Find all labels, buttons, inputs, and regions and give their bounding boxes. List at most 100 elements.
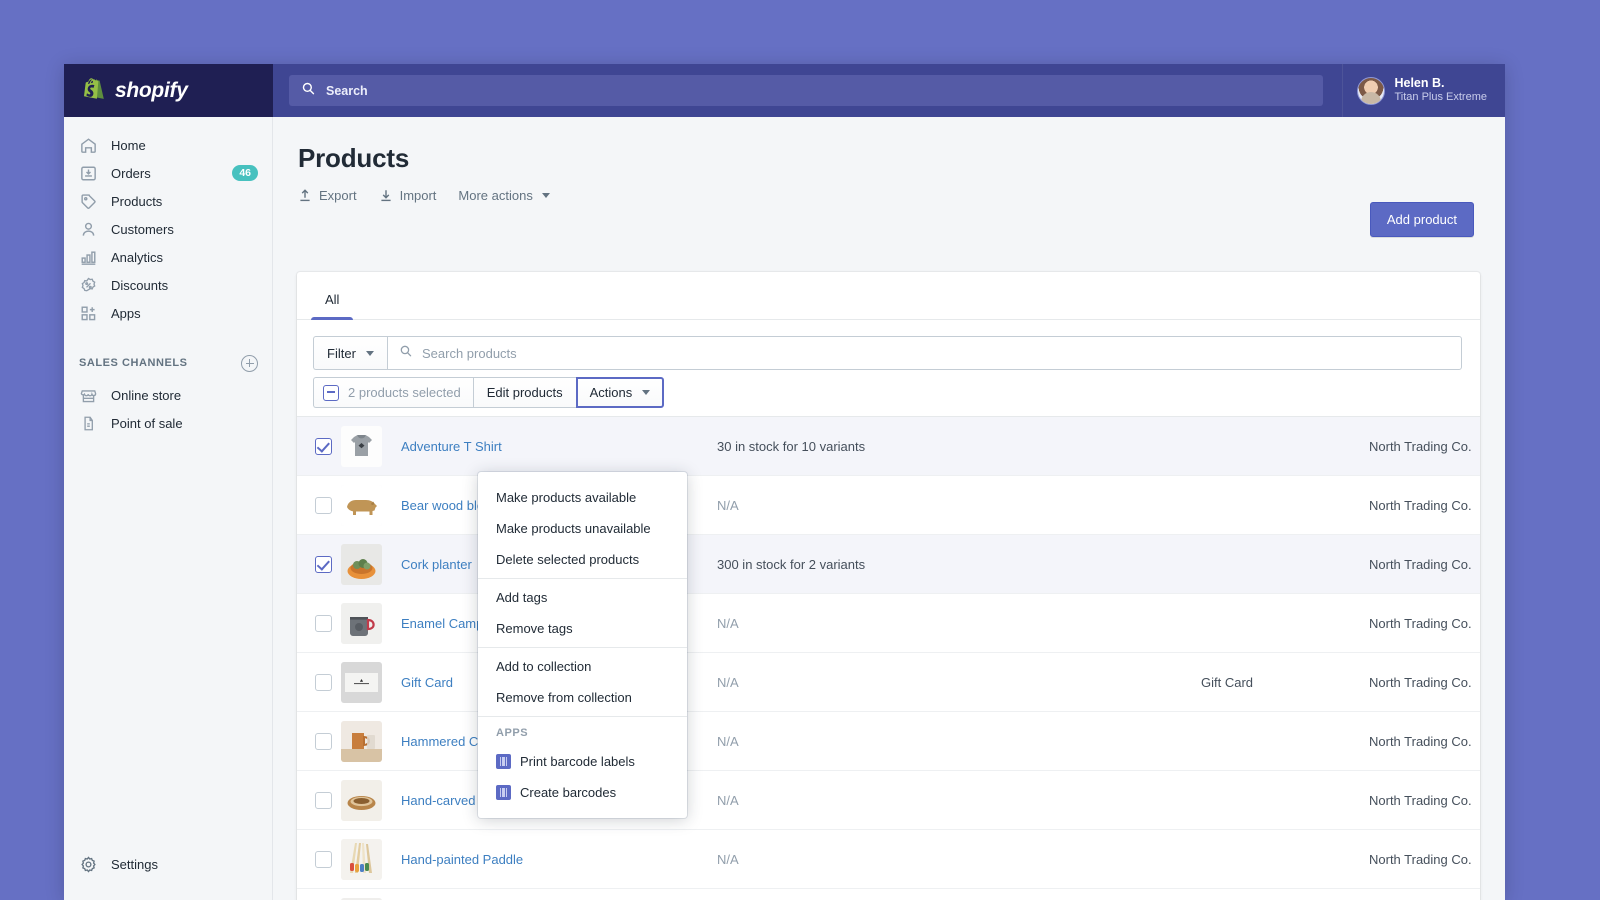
table-row[interactable]: Hand-painted Paddle N/A North Trading Co… [297, 830, 1480, 889]
global-search-input[interactable]: Search [289, 75, 1323, 106]
export-button[interactable]: Export [298, 188, 357, 203]
menu-item-remove-tags[interactable]: Remove tags [478, 613, 687, 644]
menu-item-print-barcode-labels[interactable]: Print barcode labels [478, 746, 687, 777]
menu-item-add-to-collection[interactable]: Add to collection [478, 651, 687, 682]
table-row[interactable]: Hammered Copper Mug N/A North Trading Co… [297, 712, 1480, 771]
pos-icon [79, 414, 98, 433]
row-checkbox[interactable] [315, 438, 332, 455]
table-row[interactable]: Adventure T Shirt 30 in stock for 10 var… [297, 417, 1480, 476]
menu-item-delete-selected-products[interactable]: Delete selected products [478, 544, 687, 575]
menu-item-create-barcodes[interactable]: Create barcodes [478, 777, 687, 808]
product-thumbnail [341, 780, 382, 821]
add-sales-channel-icon[interactable] [241, 355, 258, 372]
row-checkbox-cell [297, 497, 341, 514]
actions-button[interactable]: Actions [576, 377, 665, 408]
row-checkbox[interactable] [315, 733, 332, 750]
product-name-link[interactable]: Adventure T Shirt [401, 439, 717, 454]
sidebar-item-apps[interactable]: Apps [64, 299, 272, 327]
inventory-cell: N/A [717, 675, 1077, 690]
select-all-checkbox[interactable] [323, 385, 339, 401]
row-checkbox[interactable] [315, 615, 332, 632]
user-name: Helen B. [1394, 76, 1487, 92]
chevron-down-icon [366, 351, 374, 356]
add-product-button[interactable]: Add product [1370, 202, 1474, 237]
product-thumbnail [341, 603, 382, 644]
row-checkbox-cell [297, 556, 341, 573]
main-content: Products Export [273, 117, 1505, 900]
row-checkbox-cell [297, 438, 341, 455]
sidebar-item-products[interactable]: Products [64, 187, 272, 215]
table-row[interactable]: Hand-carved Dish N/A North Trading Co. [297, 771, 1480, 830]
actions-label: Actions [590, 385, 633, 400]
vendor-cell: North Trading Co. [1253, 852, 1480, 867]
menu-item-make-products-unavailable[interactable]: Make products unavailable [478, 513, 687, 544]
shopify-logo[interactable]: shopify [64, 64, 273, 117]
row-checkbox[interactable] [315, 792, 332, 809]
user-menu[interactable]: Helen B. Titan Plus Extreme [1342, 64, 1505, 117]
inventory-cell: N/A [717, 616, 1077, 631]
search-products-input[interactable]: Search products [387, 336, 1462, 370]
sidebar-item-settings[interactable]: Settings [64, 850, 273, 878]
settings-label: Settings [111, 857, 158, 872]
app-window: shopify Search Helen B. Tita [64, 64, 1505, 900]
analytics-icon [79, 248, 98, 267]
export-icon [298, 188, 312, 203]
row-checkbox-cell [297, 674, 341, 691]
products-table: Adventure T Shirt 30 in stock for 10 var… [297, 416, 1480, 900]
menu-item-make-products-available[interactable]: Make products available [478, 482, 687, 513]
inventory-cell: N/A [717, 793, 1077, 808]
vendor-cell: North Trading Co. [1253, 734, 1480, 749]
menu-item-remove-from-collection[interactable]: Remove from collection [478, 682, 687, 713]
orders-badge: 46 [232, 165, 258, 182]
table-row[interactable]: Enamel Camp Mug N/A North Trading Co. [297, 594, 1480, 653]
search-icon [301, 81, 316, 101]
tab-all[interactable]: All [311, 292, 353, 319]
row-checkbox[interactable] [315, 851, 332, 868]
edit-products-button[interactable]: Edit products [473, 377, 576, 408]
storefront-icon [79, 386, 98, 405]
dropdown-group-apps: APPS Print barcode labels Create barcode… [478, 716, 687, 811]
page-header: Products Export [273, 117, 1505, 203]
row-checkbox[interactable] [315, 556, 332, 573]
vendor-cell: North Trading Co. [1253, 675, 1480, 690]
dropdown-group-availability: Make products available Make products un… [478, 479, 687, 578]
sales-channels-title: SALES CHANNELS [79, 357, 188, 369]
table-row[interactable]: Gift Card N/A Gift Card North Trading Co… [297, 653, 1480, 712]
sidebar-item-customers[interactable]: Customers [64, 215, 272, 243]
sidebar-item-orders[interactable]: Orders 46 [64, 159, 272, 187]
filter-button[interactable]: Filter [313, 336, 387, 370]
sidebar-item-label: Discounts [111, 278, 168, 293]
user-store-name: Titan Plus Extreme [1394, 91, 1487, 105]
search-products-placeholder: Search products [422, 346, 517, 361]
table-row[interactable]: House Plant In White Pot N/A North Tradi… [297, 889, 1480, 900]
product-thumbnail [341, 485, 382, 526]
more-actions-button[interactable]: More actions [458, 188, 549, 203]
dropdown-group-tags: Add tags Remove tags [478, 578, 687, 647]
sidebar-item-home[interactable]: Home [64, 131, 272, 159]
sidebar-item-online-store[interactable]: Online store [64, 381, 272, 409]
inventory-cell: N/A [717, 734, 1077, 749]
sidebar-item-label: Online store [111, 388, 181, 403]
sidebar-item-analytics[interactable]: Analytics [64, 243, 272, 271]
chevron-down-icon [642, 390, 650, 395]
row-checkbox[interactable] [315, 674, 332, 691]
import-button[interactable]: Import [379, 188, 437, 203]
row-checkbox-cell [297, 615, 341, 632]
shopify-bag-icon [81, 77, 106, 104]
home-icon [79, 136, 98, 155]
table-row[interactable]: Bear wood block N/A North Trading Co. [297, 476, 1480, 535]
sidebar-nav: Home Orders 46 [64, 117, 272, 437]
table-row[interactable]: Cork planter 300 in stock for 2 variants… [297, 535, 1480, 594]
bulk-group: 2 products selected Edit products Action… [313, 377, 664, 408]
product-name-link[interactable]: Hand-painted Paddle [401, 852, 717, 867]
selected-count-label: 2 products selected [348, 385, 461, 400]
row-checkbox[interactable] [315, 497, 332, 514]
product-thumbnail [341, 721, 382, 762]
menu-item-add-tags[interactable]: Add tags [478, 582, 687, 613]
product-thumbnail [341, 662, 382, 703]
sidebar: Home Orders 46 [64, 117, 273, 900]
sidebar-item-point-of-sale[interactable]: Point of sale [64, 409, 272, 437]
sidebar-item-discounts[interactable]: Discounts [64, 271, 272, 299]
vendor-cell: North Trading Co. [1253, 616, 1480, 631]
selected-count: 2 products selected [313, 377, 473, 408]
